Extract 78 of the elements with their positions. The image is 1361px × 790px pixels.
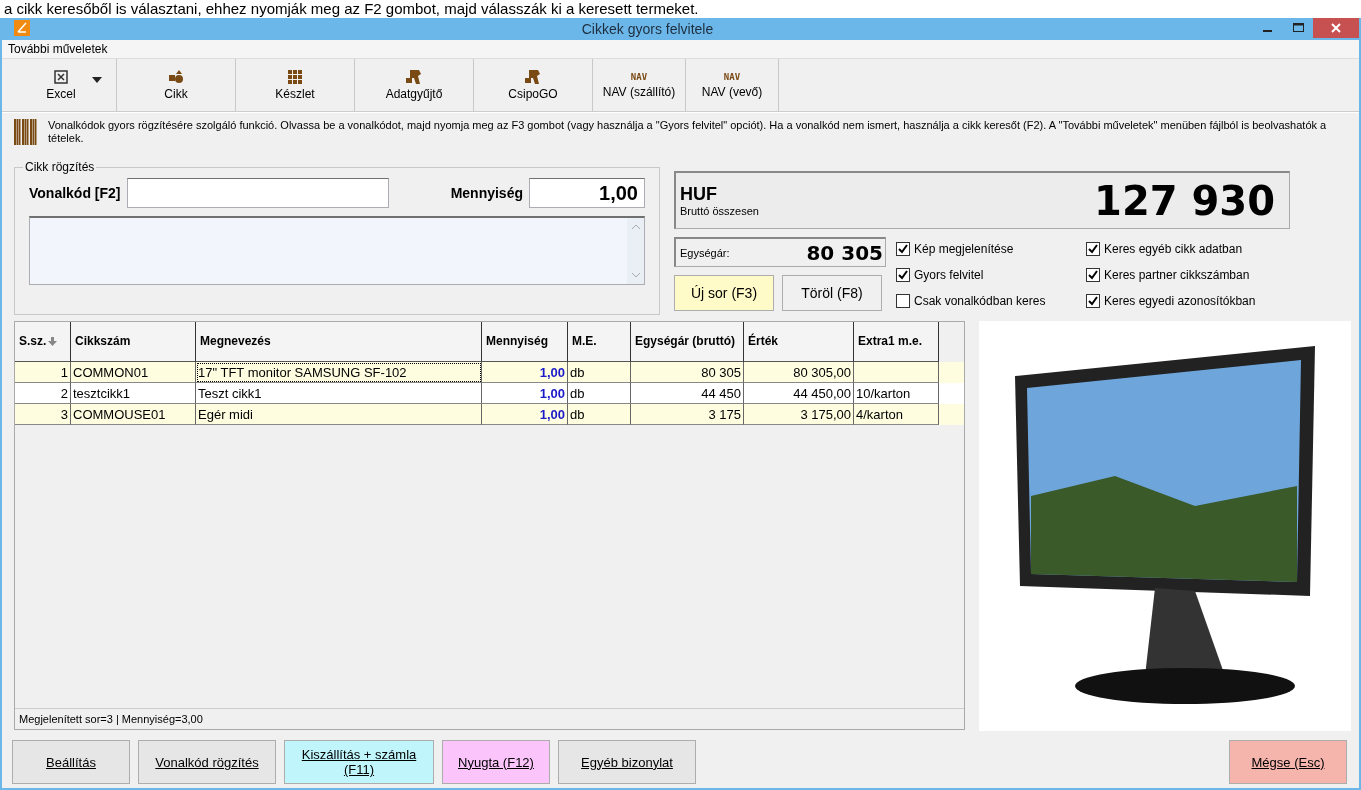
toolbar-label: NAV (vevő)	[701, 84, 763, 99]
checkbox[interactable]	[896, 268, 910, 282]
footer-button[interactable]: Egyéb bizonylat	[558, 740, 696, 784]
toolbar-button[interactable]: Adatgyűjtő	[355, 59, 474, 111]
action-button[interactable]: Új sor (F3)	[674, 275, 774, 311]
excel-icon	[54, 69, 68, 84]
column-header[interactable]: S.sz.	[15, 322, 71, 362]
unit-price-value: 80 305	[806, 240, 883, 265]
barcode-field[interactable]	[126, 178, 389, 208]
table-cell[interactable]: COMMOUSE01	[71, 404, 196, 425]
quantity-label: Mennyiség	[450, 185, 523, 201]
table-cell[interactable]: 3 175	[631, 404, 744, 425]
checkbox[interactable]	[1086, 294, 1100, 308]
checkbox[interactable]	[896, 294, 910, 308]
option-checkbox[interactable]: Gyors felvitel	[896, 265, 1086, 285]
option-checkbox[interactable]: Keres partner cikkszámban	[1086, 265, 1286, 285]
close-icon[interactable]	[1313, 18, 1359, 38]
toolbar-button[interactable]: Készlet	[236, 59, 355, 111]
column-header[interactable]: Egységár (bruttó)	[631, 322, 744, 362]
caret-icon[interactable]	[92, 77, 102, 83]
memo-field[interactable]	[29, 216, 645, 285]
grid-icon	[288, 69, 302, 84]
checkbox[interactable]	[896, 242, 910, 256]
quantity-field[interactable]: 1,00	[529, 178, 645, 208]
toolbar-label: Készlet	[275, 86, 315, 101]
column-header[interactable]: Mennyiség	[482, 322, 568, 362]
option-checkbox[interactable]: Keres egyéb cikk adatban	[1086, 239, 1286, 259]
column-header[interactable]: M.E.	[568, 322, 631, 362]
total-amount: 127 930	[1094, 177, 1275, 224]
toolbar-label: CsipoGO	[508, 86, 558, 101]
footer-button[interactable]: Nyugta (F12)	[442, 740, 550, 784]
total-caption: Bruttó összesen	[680, 205, 759, 217]
checkbox[interactable]	[1086, 268, 1100, 282]
footer-button[interactable]: Kiszállítás + számla (F11)	[284, 740, 434, 784]
toolbar-button[interactable]: NAV NAV (vevő)	[686, 59, 779, 111]
column-header[interactable]: Cikkszám	[71, 322, 196, 362]
status-bar: Megjelenített sor=3 | Mennyiség=3,00	[15, 708, 964, 729]
currency-label: HUF	[680, 184, 718, 205]
panel-title: Cikk rögzítés	[23, 160, 97, 174]
table-cell[interactable]: 17" TFT monitor SAMSUNG SF-102	[196, 362, 482, 383]
toolbar-label: NAV (szállító)	[602, 84, 676, 99]
table-cell[interactable]: Egér midi	[196, 404, 482, 425]
toolbar-button[interactable]: Excel	[6, 59, 117, 111]
toolbar-button[interactable]: CsipoGO	[474, 59, 593, 111]
option-checkbox[interactable]: Keres egyedi azonosítókban	[1086, 291, 1286, 311]
option-checkbox[interactable]: Kép megjelenítése	[896, 239, 1086, 259]
table-cell[interactable]: 3 175,00	[744, 404, 854, 425]
column-header[interactable]: Extra1 m.e.	[854, 322, 939, 362]
nav-icon: NAV	[630, 71, 648, 82]
barcode-icon	[14, 119, 38, 145]
toolbar-button[interactable]: NAV NAV (szállító)	[593, 59, 686, 111]
page-caption: a cikk keresőből is választani, ehhez nyomják meg az F2 gombot, majd válasszák ki a keresett termeket.	[3, 0, 700, 18]
column-header[interactable]: Érték	[744, 322, 854, 362]
table-cell[interactable]: 1,00	[482, 404, 568, 425]
toolbar-label: Adatgyűjtő	[385, 86, 443, 101]
nav-icon: NAV	[723, 71, 741, 82]
table-cell[interactable]: 4/karton	[854, 404, 939, 425]
unit-price-label: Egységár:	[680, 246, 730, 259]
table-cell[interactable]: 3	[15, 404, 71, 425]
scanner-icon	[525, 69, 541, 84]
column-header[interactable]: Megnevezés	[196, 322, 482, 362]
barcode-label: Vonalkód [F2]	[29, 185, 121, 201]
scanner-icon	[406, 69, 422, 84]
shapes-icon	[168, 69, 184, 84]
action-button[interactable]: Töröl (F8)	[782, 275, 882, 311]
toolbar-label: Excel	[46, 86, 76, 101]
footer-button[interactable]: Beállítás	[12, 740, 130, 784]
checkbox[interactable]	[1086, 242, 1100, 256]
toolbar-button[interactable]: Cikk	[117, 59, 236, 111]
option-checkbox[interactable]: Csak vonalkódban keres	[896, 291, 1086, 311]
table-cell[interactable]: db	[568, 404, 631, 425]
sort-arrow-icon	[48, 337, 58, 346]
menu-item[interactable]: További műveletek	[8, 42, 108, 56]
window-title: Cikkek gyors felvitele	[580, 21, 715, 37]
footer-button[interactable]: Vonalkód rögzítés	[138, 740, 276, 784]
toolbar-label: Cikk	[164, 86, 188, 101]
footer-button[interactable]: Mégse (Esc)	[1229, 740, 1347, 784]
info-text: Vonalkódok gyors rögzítésére szolgáló funkció. Olvassa be a vonalkódot, majd nyomja meg az F3 gombot (vagy használja a "Gyors felvitel" opciót). Ha a vonalkód nem ismert, használja a cikk keresőt (F2). A "További műveletek" menüben fájlból is beolvashatók a tételek.	[48, 119, 1328, 146]
